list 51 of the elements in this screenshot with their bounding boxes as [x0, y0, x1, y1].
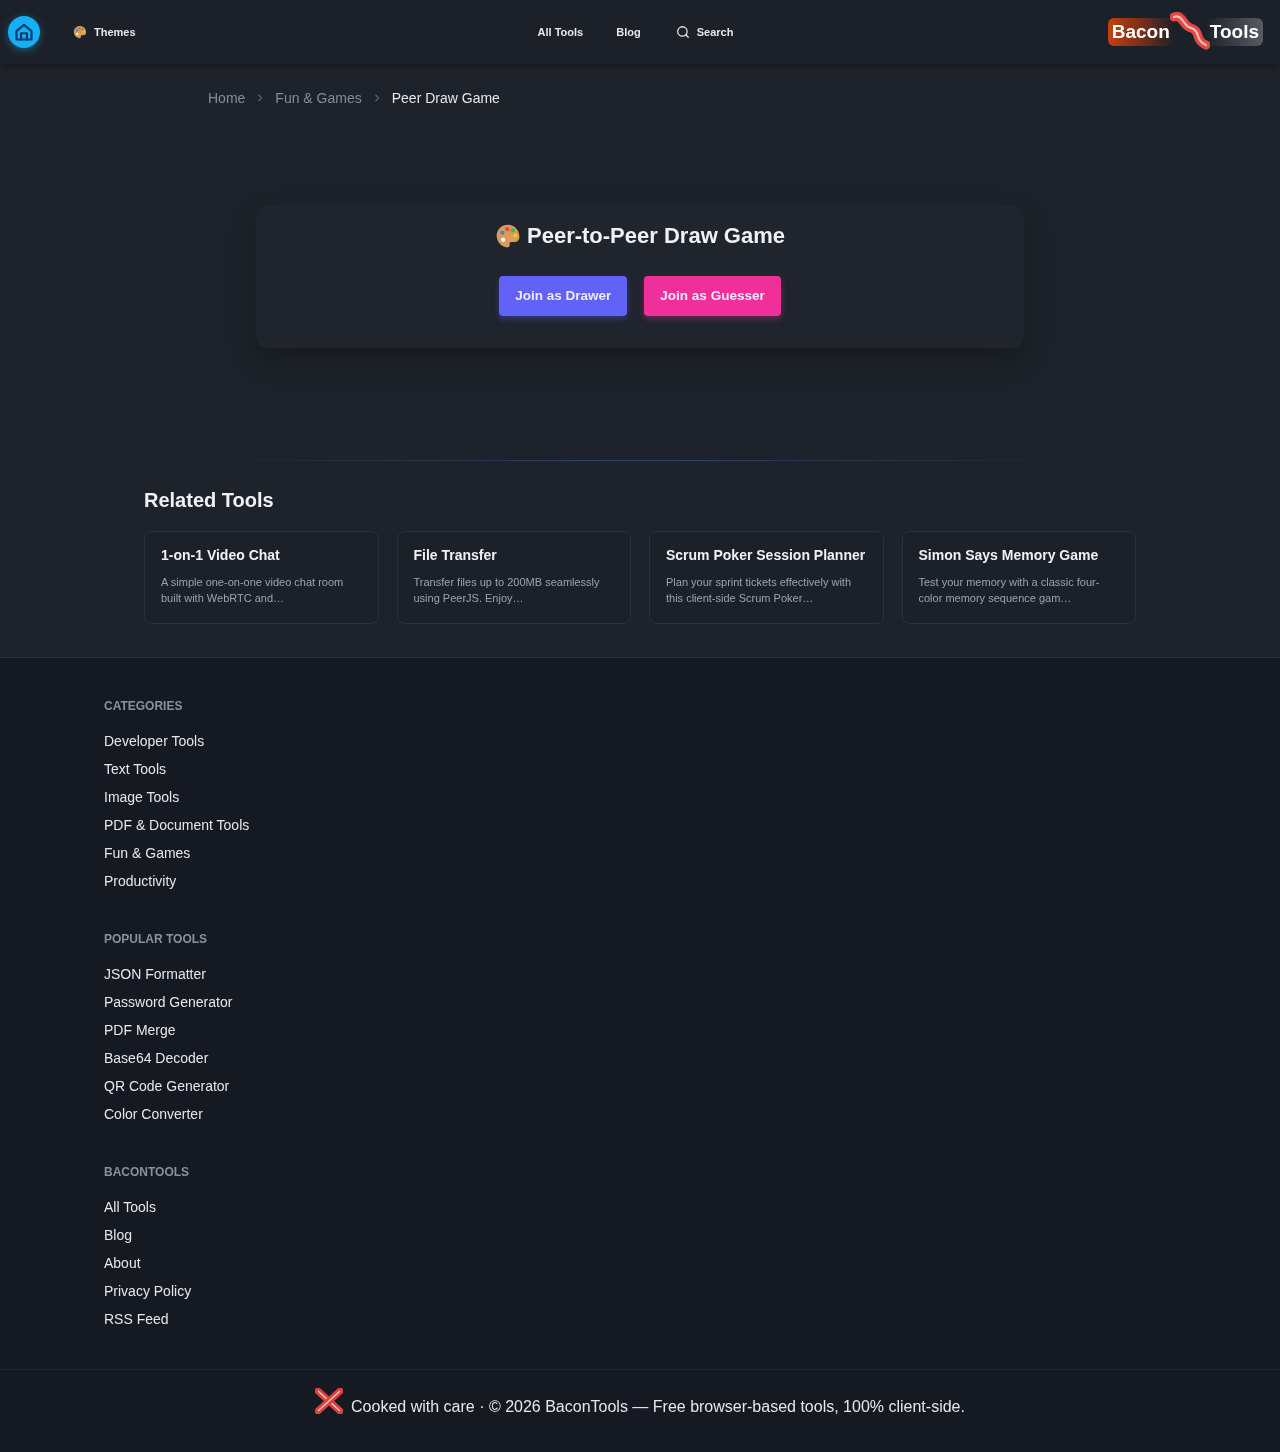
footer-heading: CATEGORIES [104, 698, 184, 714]
footer-link[interactable]: JSON Formatter [104, 964, 206, 984]
footer-link[interactable]: Productivity [104, 871, 177, 891]
footer-link[interactable]: About [104, 1253, 141, 1273]
footer-link[interactable]: PDF Merge [104, 1020, 176, 1040]
search-icon [675, 25, 690, 39]
palette-icon [73, 25, 87, 39]
tool-title: 1-on-1 Video Chat [161, 546, 281, 565]
footer-heading: POPULAR TOOLS [104, 931, 209, 947]
search-button[interactable]: Search [675, 23, 734, 41]
home-button[interactable] [8, 16, 40, 48]
footer-link[interactable]: All Tools [104, 1197, 156, 1217]
tool-card[interactable]: Simon Says Memory Game Test your memory with a classic four-color memory sequence gam… [901, 531, 1136, 624]
tool-title: Scrum Poker Session Planner [666, 546, 867, 565]
footer-link[interactable]: Fun & Games [104, 843, 191, 863]
footer-link[interactable]: RSS Feed [104, 1309, 169, 1329]
footer-link[interactable]: Text Tools [104, 759, 166, 779]
bacon-icon [315, 1388, 344, 1414]
tool-title: Simon Says Memory Game [918, 546, 1100, 565]
footer-link[interactable]: Image Tools [104, 787, 180, 807]
tool-description: A simple one-on-one video chat room built with WebRTC and… [161, 575, 345, 606]
tool-description: Plan your sprint tickets effectively with this client-side Scrum Poker… [666, 575, 853, 606]
nav-link[interactable]: Blog [616, 23, 641, 41]
breadcrumb-link[interactable]: Fun & Games [275, 88, 362, 108]
tool-description: Test your memory with a classic four-color memory sequence gam… [918, 575, 1101, 606]
logo-word[interactable]: Bacon [1107, 18, 1174, 46]
tool-description: Transfer files up to 200MB seamlessly using PeerJS. Enjoy… [413, 575, 601, 606]
themes-button[interactable]: Themes [73, 23, 136, 41]
footer-link[interactable]: PDF & Document Tools [104, 815, 250, 835]
footer-credit: Cooked with care · © 2026 BaconTools — Free browser-based tools, 100% client-side. [351, 1397, 965, 1417]
footer-link[interactable]: Color Converter [104, 1104, 203, 1124]
footer-link[interactable]: QR Code Generator [104, 1076, 230, 1096]
game-title: Peer-to-Peer Draw Game [527, 222, 785, 250]
tool-card[interactable]: File Transfer Transfer files up to 200MB seamlessly using PeerJS. Enjoy… [396, 531, 631, 624]
footer-link[interactable]: Password Generator [104, 992, 233, 1012]
breadcrumb-link[interactable]: Home [208, 88, 246, 108]
nav-link[interactable]: All Tools [537, 23, 584, 41]
bacon-strip-icon [1169, 12, 1210, 52]
footer-link[interactable]: Blog [104, 1225, 133, 1245]
join-button[interactable]: Join as Drawer [499, 276, 628, 316]
footer-link[interactable]: Base64 Decoder [104, 1048, 209, 1068]
footer-link[interactable]: Developer Tools [104, 731, 205, 751]
tool-card[interactable]: 1-on-1 Video Chat A simple one-on-one video chat room built with WebRTC and… [144, 531, 379, 624]
breadcrumb-current[interactable]: Peer Draw Game [391, 88, 500, 108]
footer-link[interactable]: Privacy Policy [104, 1281, 192, 1301]
footer-heading: BACONTOOLS [104, 1164, 191, 1180]
house-icon [14, 22, 34, 42]
palette-icon [495, 223, 521, 249]
related-tools-heading: Related Tools [144, 488, 275, 513]
tool-title: File Transfer [413, 546, 498, 565]
tool-card[interactable]: Scrum Poker Session Planner Plan your sprint tickets effectively with this client-side Scrum Poker… [649, 531, 884, 624]
